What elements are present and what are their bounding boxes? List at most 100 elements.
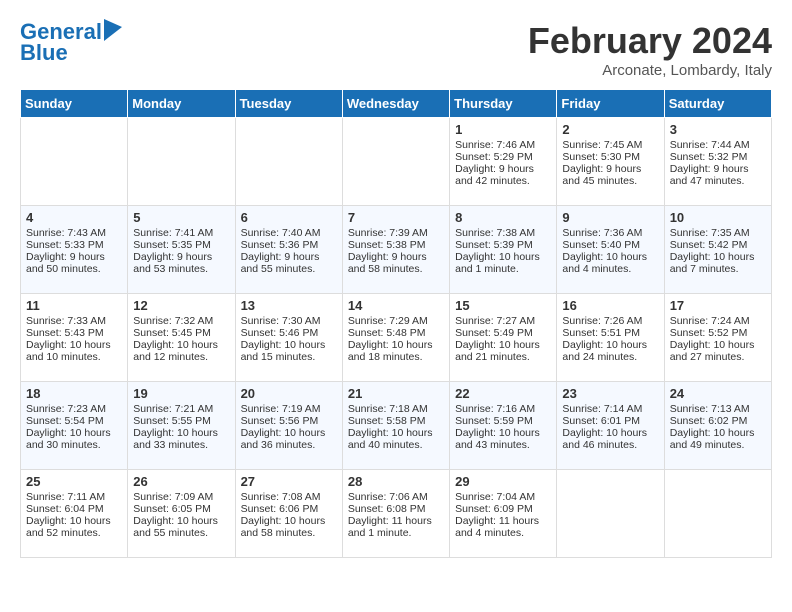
day-info-line: Daylight: 9 hours [26,251,122,263]
day-info-line: Sunset: 5:49 PM [455,327,551,339]
calendar-day-2: 2Sunrise: 7:45 AMSunset: 5:30 PMDaylight… [557,118,664,206]
day-info-line: Sunset: 5:55 PM [133,415,229,427]
day-info-line: Sunrise: 7:32 AM [133,315,229,327]
calendar-day-6: 6Sunrise: 7:40 AMSunset: 5:36 PMDaylight… [235,206,342,294]
logo: General Blue [20,20,122,66]
day-number: 18 [26,386,122,401]
day-info-line: Sunrise: 7:46 AM [455,139,551,151]
day-info-line: Sunrise: 7:40 AM [241,227,337,239]
day-info-line: Sunrise: 7:44 AM [670,139,766,151]
day-number: 11 [26,298,122,313]
day-info-line: Sunrise: 7:14 AM [562,403,658,415]
calendar-empty-cell [664,470,771,558]
day-info-line: and 4 minutes. [562,263,658,275]
weekday-header-sunday: Sunday [21,90,128,118]
day-info-line: Sunrise: 7:30 AM [241,315,337,327]
weekday-header-tuesday: Tuesday [235,90,342,118]
day-info-line: and 42 minutes. [455,175,551,187]
day-info-line: Daylight: 10 hours [241,515,337,527]
day-info-line: and 15 minutes. [241,351,337,363]
day-info-line: and 12 minutes. [133,351,229,363]
day-info-line: Sunset: 5:32 PM [670,151,766,163]
day-info-line: Sunrise: 7:36 AM [562,227,658,239]
day-info-line: Sunset: 5:40 PM [562,239,658,251]
logo-icon [104,19,122,41]
day-info-line: Sunrise: 7:27 AM [455,315,551,327]
day-info-line: Sunrise: 7:41 AM [133,227,229,239]
calendar-day-27: 27Sunrise: 7:08 AMSunset: 6:06 PMDayligh… [235,470,342,558]
calendar-day-8: 8Sunrise: 7:38 AMSunset: 5:39 PMDaylight… [450,206,557,294]
day-info-line: Sunset: 5:52 PM [670,327,766,339]
day-info-line: Sunrise: 7:24 AM [670,315,766,327]
day-info-line: and 4 minutes. [455,527,551,539]
calendar-day-10: 10Sunrise: 7:35 AMSunset: 5:42 PMDayligh… [664,206,771,294]
day-number: 1 [455,122,551,137]
day-info-line: and 58 minutes. [348,263,444,275]
day-info-line: and 55 minutes. [241,263,337,275]
day-number: 9 [562,210,658,225]
day-info-line: Sunrise: 7:11 AM [26,491,122,503]
day-number: 12 [133,298,229,313]
day-info-line: Daylight: 10 hours [562,427,658,439]
day-number: 20 [241,386,337,401]
day-info-line: Sunset: 5:30 PM [562,151,658,163]
day-info-line: Sunrise: 7:08 AM [241,491,337,503]
calendar-day-24: 24Sunrise: 7:13 AMSunset: 6:02 PMDayligh… [664,382,771,470]
day-info-line: and 21 minutes. [455,351,551,363]
calendar-day-20: 20Sunrise: 7:19 AMSunset: 5:56 PMDayligh… [235,382,342,470]
day-info-line: and 58 minutes. [241,527,337,539]
day-info-line: and 18 minutes. [348,351,444,363]
day-info-line: Sunset: 5:51 PM [562,327,658,339]
calendar-day-25: 25Sunrise: 7:11 AMSunset: 6:04 PMDayligh… [21,470,128,558]
day-info-line: and 49 minutes. [670,439,766,451]
day-info-line: Sunrise: 7:23 AM [26,403,122,415]
day-number: 19 [133,386,229,401]
day-number: 24 [670,386,766,401]
calendar-day-29: 29Sunrise: 7:04 AMSunset: 6:09 PMDayligh… [450,470,557,558]
day-number: 27 [241,474,337,489]
weekday-header-row: SundayMondayTuesdayWednesdayThursdayFrid… [21,90,772,118]
day-info-line: Sunrise: 7:33 AM [26,315,122,327]
day-info-line: and 33 minutes. [133,439,229,451]
calendar-table: SundayMondayTuesdayWednesdayThursdayFrid… [20,89,772,558]
calendar-week-row: 1Sunrise: 7:46 AMSunset: 5:29 PMDaylight… [21,118,772,206]
day-number: 14 [348,298,444,313]
calendar-day-14: 14Sunrise: 7:29 AMSunset: 5:48 PMDayligh… [342,294,449,382]
day-info-line: and 52 minutes. [26,527,122,539]
day-info-line: and 10 minutes. [26,351,122,363]
day-number: 22 [455,386,551,401]
calendar-day-21: 21Sunrise: 7:18 AMSunset: 5:58 PMDayligh… [342,382,449,470]
day-info-line: Daylight: 10 hours [455,251,551,263]
title-block: February 2024 Arconate, Lombardy, Italy [528,20,772,79]
day-info-line: Sunset: 6:01 PM [562,415,658,427]
day-info-line: Sunset: 5:38 PM [348,239,444,251]
day-info-line: Sunrise: 7:18 AM [348,403,444,415]
day-info-line: and 40 minutes. [348,439,444,451]
calendar-empty-cell [128,118,235,206]
day-info-line: Sunset: 5:58 PM [348,415,444,427]
day-info-line: Daylight: 10 hours [455,339,551,351]
day-info-line: Daylight: 10 hours [670,427,766,439]
day-info-line: Daylight: 9 hours [455,163,551,175]
location-subtitle: Arconate, Lombardy, Italy [528,62,772,79]
day-number: 5 [133,210,229,225]
day-info-line: Sunrise: 7:29 AM [348,315,444,327]
day-info-line: and 47 minutes. [670,175,766,187]
day-info-line: Daylight: 10 hours [348,427,444,439]
day-info-line: and 24 minutes. [562,351,658,363]
calendar-empty-cell [342,118,449,206]
day-info-line: Daylight: 10 hours [133,427,229,439]
calendar-day-12: 12Sunrise: 7:32 AMSunset: 5:45 PMDayligh… [128,294,235,382]
day-info-line: and 55 minutes. [133,527,229,539]
day-info-line: Daylight: 9 hours [241,251,337,263]
day-number: 6 [241,210,337,225]
calendar-day-28: 28Sunrise: 7:06 AMSunset: 6:08 PMDayligh… [342,470,449,558]
weekday-header-monday: Monday [128,90,235,118]
day-number: 13 [241,298,337,313]
calendar-day-26: 26Sunrise: 7:09 AMSunset: 6:05 PMDayligh… [128,470,235,558]
day-info-line: Sunrise: 7:39 AM [348,227,444,239]
page-header: General Blue February 2024 Arconate, Lom… [20,20,772,79]
day-info-line: Daylight: 9 hours [562,163,658,175]
day-info-line: Sunset: 6:08 PM [348,503,444,515]
day-info-line: Daylight: 9 hours [133,251,229,263]
